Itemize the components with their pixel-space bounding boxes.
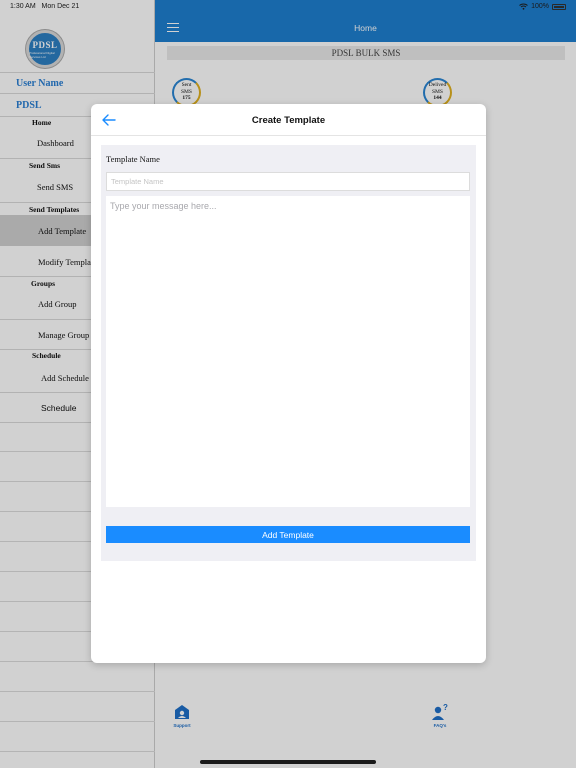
modal-header: Create Template bbox=[91, 104, 486, 136]
add-template-button[interactable]: Add Template bbox=[106, 526, 470, 543]
template-message-input[interactable] bbox=[106, 196, 470, 507]
template-form: Template Name Add Template bbox=[101, 145, 476, 561]
create-template-modal: Create Template Template Name Add Templa… bbox=[91, 104, 486, 663]
template-name-input[interactable] bbox=[106, 172, 470, 191]
template-name-label: Template Name bbox=[106, 154, 160, 164]
home-indicator[interactable] bbox=[200, 760, 376, 764]
modal-title: Create Template bbox=[251, 115, 326, 126]
